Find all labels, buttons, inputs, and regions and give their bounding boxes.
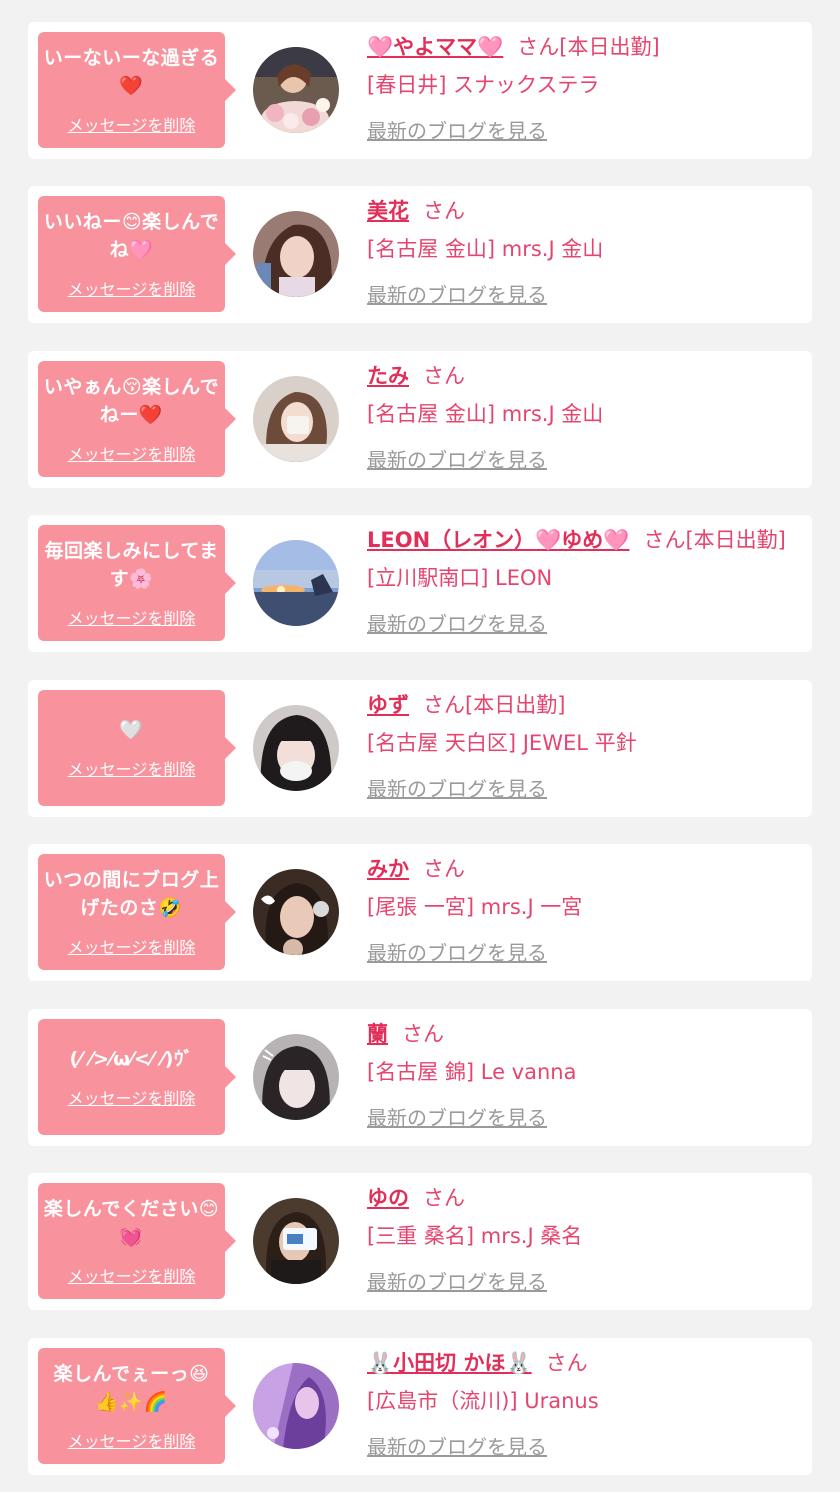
delete-message-link[interactable]: メッセージを削除: [68, 112, 196, 136]
avatar-photo-icon: [253, 211, 339, 297]
latest-blog-link[interactable]: 最新のブログを見る: [367, 280, 547, 310]
avatar[interactable]: [253, 1198, 339, 1284]
message-bubble: 🤍 メッセージを削除: [38, 690, 236, 806]
message-card: (⁄ ⁄>⁄ω⁄<⁄ ⁄)ｳﾞ メッセージを削除 蘭さん [名古屋 錦] Le …: [28, 1009, 812, 1146]
message-list: いーないーな過ぎる❤️ メッセージを削除 🩷やよママ🩷 さん[本日出勤] [春日井…: [0, 0, 840, 1492]
message-text: 🤍: [119, 719, 144, 741]
message-card: 🤍 メッセージを削除 ゆず さん[本日出勤] [名古屋 天白区] JEWEL 平針…: [28, 680, 812, 817]
delete-message-link[interactable]: メッセージを削除: [68, 934, 196, 958]
cast-name-link[interactable]: 美花: [367, 199, 409, 223]
avatar-photo-icon: [253, 869, 339, 955]
latest-blog-link[interactable]: 最新のブログを見る: [367, 1267, 547, 1297]
avatar-photo-icon: [253, 1034, 339, 1120]
message-bubble: 楽しんでぇーっ😆👍✨🌈 メッセージを削除: [38, 1348, 236, 1464]
shop-label: [名古屋 錦] Le vanna: [367, 1060, 577, 1084]
cast-name-link[interactable]: たみ: [367, 364, 409, 388]
shop-label: [広島市（流川)] Uranus: [367, 1389, 599, 1413]
message-text: いいねー😊楽しんでね🩷: [43, 211, 220, 261]
message-text: 楽しんでぇーっ😆👍✨🌈: [53, 1363, 210, 1413]
honorific-label: さん: [423, 857, 465, 881]
avatar[interactable]: [253, 47, 339, 133]
honorific-label: さん[本日出勤]: [517, 35, 660, 59]
message-card: いつの間にブログ上げたのさ🤣 メッセージを削除 みか さん [尾張 一宮] mrs…: [28, 844, 812, 981]
avatar[interactable]: [253, 1363, 339, 1449]
cast-name-link[interactable]: みか: [367, 857, 409, 881]
avatar[interactable]: [253, 869, 339, 955]
avatar[interactable]: [253, 705, 339, 791]
message-text: いつの間にブログ上げたのさ🤣: [43, 869, 220, 919]
honorific-label: さん: [423, 364, 465, 388]
shop-label: [立川駅南口] LEON: [367, 566, 553, 590]
avatar-photo-icon: [253, 47, 339, 133]
latest-blog-link[interactable]: 最新のブログを見る: [367, 938, 547, 968]
avatar-photo-icon: [253, 1198, 339, 1284]
latest-blog-link[interactable]: 最新のブログを見る: [367, 609, 547, 639]
delete-message-link[interactable]: メッセージを削除: [68, 1263, 196, 1287]
delete-message-link[interactable]: メッセージを削除: [68, 605, 196, 629]
honorific-label: さん: [545, 1351, 588, 1375]
message-card: 楽しんでください😊💓 メッセージを削除 ゆの さん [三重 桑名] mrs.J 桑…: [28, 1173, 812, 1310]
message-card: 楽しんでぇーっ😆👍✨🌈 メッセージを削除 🐰小田切 かほ🐰 さん [広島市（流川)…: [28, 1338, 812, 1475]
honorific-label: さん: [402, 1022, 444, 1046]
avatar[interactable]: [253, 376, 339, 462]
latest-blog-link[interactable]: 最新のブログを見る: [367, 1103, 547, 1133]
message-bubble: いいねー😊楽しんでね🩷 メッセージを削除: [38, 196, 236, 312]
delete-message-link[interactable]: メッセージを削除: [68, 1428, 196, 1452]
avatar[interactable]: [253, 211, 339, 297]
cast-name-link[interactable]: ゆず: [367, 693, 409, 717]
message-bubble: (⁄ ⁄>⁄ω⁄<⁄ ⁄)ｳﾞ メッセージを削除: [38, 1019, 236, 1135]
message-card: いいねー😊楽しんでね🩷 メッセージを削除 美花 さん [名古屋 金山] mrs.J…: [28, 186, 812, 323]
avatar[interactable]: [253, 540, 339, 626]
honorific-label: さん: [423, 1186, 465, 1210]
latest-blog-link[interactable]: 最新のブログを見る: [367, 1432, 547, 1462]
honorific-label: さん[本日出勤]: [423, 693, 566, 717]
latest-blog-link[interactable]: 最新のブログを見る: [367, 445, 547, 475]
message-text: いーないーな過ぎる❤️: [43, 47, 220, 97]
message-bubble: いやぁん😚楽しんでねー❤️ メッセージを削除: [38, 361, 236, 477]
message-text: いやぁん😚楽しんでねー❤️: [43, 376, 220, 426]
message-card: 毎回楽しみにしてます🌸 メッセージを削除 LEON（レオン）🩷ゆめ🩷 さん[本日出…: [28, 515, 812, 652]
delete-message-link[interactable]: メッセージを削除: [68, 276, 196, 300]
message-card: いーないーな過ぎる❤️ メッセージを削除 🩷やよママ🩷 さん[本日出勤] [春日井…: [28, 22, 812, 159]
latest-blog-link[interactable]: 最新のブログを見る: [367, 116, 547, 146]
message-text: 毎回楽しみにしてます🌸: [44, 540, 219, 590]
shop-label: [名古屋 金山] mrs.J 金山: [367, 402, 604, 426]
shop-label: [名古屋 金山] mrs.J 金山: [367, 237, 604, 261]
message-bubble: いつの間にブログ上げたのさ🤣 メッセージを削除: [38, 854, 236, 970]
message-text: 楽しんでください😊💓: [43, 1198, 220, 1248]
honorific-label: さん: [423, 199, 465, 223]
cast-name-link[interactable]: 🐰小田切 かほ🐰: [367, 1351, 532, 1375]
avatar[interactable]: [253, 1034, 339, 1120]
message-bubble: いーないーな過ぎる❤️ メッセージを削除: [38, 32, 236, 148]
avatar-photo-icon: [253, 540, 339, 626]
shop-label: [名古屋 天白区] JEWEL 平針: [367, 731, 637, 755]
delete-message-link[interactable]: メッセージを削除: [68, 1085, 196, 1109]
cast-name-link[interactable]: LEON（レオン）🩷ゆめ🩷: [367, 528, 629, 552]
delete-message-link[interactable]: メッセージを削除: [68, 441, 196, 465]
shop-label: [尾張 一宮] mrs.J 一宮: [367, 895, 583, 919]
message-text: (⁄ ⁄>⁄ω⁄<⁄ ⁄)ｳﾞ: [69, 1048, 194, 1070]
shop-label: [春日井] スナックステラ: [367, 73, 600, 97]
delete-message-link[interactable]: メッセージを削除: [68, 756, 196, 780]
cast-name-link[interactable]: 蘭: [367, 1022, 388, 1046]
latest-blog-link[interactable]: 最新のブログを見る: [367, 774, 547, 804]
avatar-photo-icon: [253, 376, 339, 462]
honorific-label: さん[本日出勤]: [643, 528, 786, 552]
shop-label: [三重 桑名] mrs.J 桑名: [367, 1224, 583, 1248]
message-bubble: 楽しんでください😊💓 メッセージを削除: [38, 1183, 236, 1299]
cast-name-link[interactable]: ゆの: [367, 1186, 409, 1210]
message-bubble: 毎回楽しみにしてます🌸 メッセージを削除: [38, 525, 236, 641]
message-card: いやぁん😚楽しんでねー❤️ メッセージを削除 たみ さん [名古屋 金山] mrs…: [28, 351, 812, 488]
cast-name-link[interactable]: 🩷やよママ🩷: [367, 35, 503, 59]
avatar-photo-icon: [253, 705, 339, 791]
avatar-photo-icon: [253, 1363, 339, 1449]
